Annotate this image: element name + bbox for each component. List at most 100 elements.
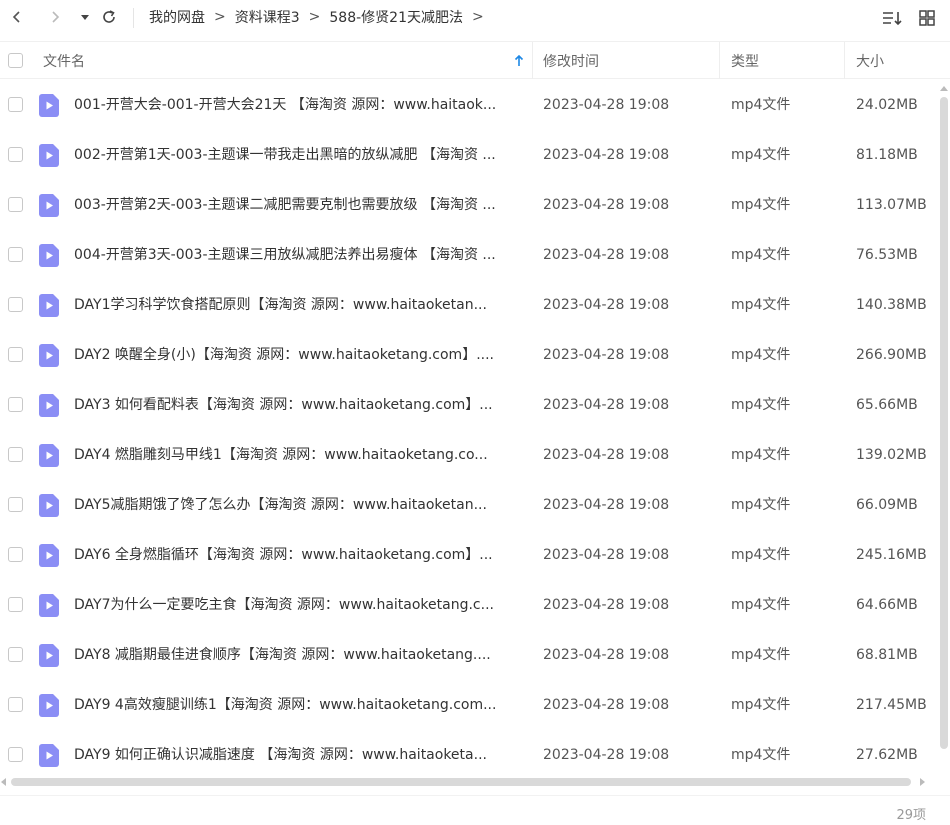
file-row[interactable]: 003-开营第2天-003-主题课二减肥需要克制也需要放级 【海淘资 ... 2…: [0, 180, 937, 230]
video-file-icon: [39, 694, 59, 717]
row-checkbox[interactable]: [8, 497, 23, 512]
video-file-icon: [39, 494, 59, 517]
row-checkbox[interactable]: [8, 147, 23, 162]
back-button[interactable]: [5, 5, 29, 29]
file-row[interactable]: DAY4 燃脂雕刻马甲线1【海淘资 源网：www.haitaoketang.co…: [0, 430, 937, 480]
file-name[interactable]: DAY3 如何看配料表【海淘资 源网：www.haitaoketang.com】…: [74, 380, 524, 430]
file-name[interactable]: DAY5减脂期饿了馋了怎么办【海淘资 源网：www.haitaoketan...: [74, 480, 524, 530]
file-name[interactable]: DAY8 减脂期最佳进食顺序【海淘资 源网：www.haitaoketang..…: [74, 630, 524, 680]
file-name[interactable]: DAY1学习科学饮食搭配原则【海淘资 源网：www.haitaoketan...: [74, 280, 524, 330]
column-header: 文件名 修改时间 类型 大小: [0, 41, 950, 79]
file-row[interactable]: DAY9 如何正确认识减脂速度 【海淘资 源网：www.haitaoketa..…: [0, 730, 937, 775]
file-size: 64.66MB: [856, 597, 918, 613]
breadcrumb-item-home[interactable]: 我的网盘: [149, 7, 205, 27]
horizontal-scrollbar[interactable]: [0, 775, 938, 789]
breadcrumb-item-current[interactable]: 588-修贤21天减肥法: [329, 7, 463, 27]
file-size: 113.07MB: [856, 197, 927, 213]
file-name[interactable]: 001-开营大会-001-开营大会21天 【海淘资 源网：www.haitaok…: [74, 80, 524, 130]
file-row[interactable]: 001-开营大会-001-开营大会21天 【海淘资 源网：www.haitaok…: [0, 80, 937, 130]
row-checkbox[interactable]: [8, 97, 23, 112]
row-checkbox[interactable]: [8, 747, 23, 762]
file-modified: 2023-04-28 19:08: [543, 647, 670, 663]
file-size: 140.38MB: [856, 297, 927, 313]
row-checkbox[interactable]: [8, 197, 23, 212]
vertical-scroll-thumb[interactable]: [940, 97, 948, 749]
refresh-button[interactable]: [97, 5, 121, 29]
video-file-icon: [39, 194, 59, 217]
file-type: mp4文件: [731, 597, 791, 613]
sort-list-icon: [883, 12, 902, 26]
scroll-left-icon[interactable]: [1, 778, 6, 786]
file-size: 24.02MB: [856, 97, 918, 113]
file-name[interactable]: DAY6 全身燃脂循环【海淘资 源网：www.haitaoketang.com】…: [74, 530, 524, 580]
file-name[interactable]: DAY4 燃脂雕刻马甲线1【海淘资 源网：www.haitaoketang.co…: [74, 430, 524, 480]
row-checkbox[interactable]: [8, 347, 23, 362]
history-dropdown-button[interactable]: [73, 5, 97, 29]
row-checkbox[interactable]: [8, 447, 23, 462]
column-size-header[interactable]: 大小: [856, 42, 884, 79]
file-row[interactable]: DAY6 全身燃脂循环【海淘资 源网：www.haitaoketang.com】…: [0, 530, 937, 580]
column-divider[interactable]: [719, 42, 720, 79]
file-name[interactable]: DAY9 如何正确认识减脂速度 【海淘资 源网：www.haitaoketa..…: [74, 730, 524, 775]
file-type: mp4文件: [731, 297, 791, 313]
item-count: 29项: [896, 808, 926, 823]
breadcrumb-item-folder[interactable]: 资料课程3: [235, 7, 300, 27]
column-modified-header[interactable]: 修改时间: [543, 42, 599, 79]
scroll-right-icon[interactable]: [920, 778, 925, 786]
file-name[interactable]: 002-开营第1天-003-主题课一带我走出黑暗的放纵减肥 【海淘资 ...: [74, 130, 524, 180]
row-checkbox[interactable]: [8, 547, 23, 562]
column-name-header[interactable]: 文件名: [43, 42, 85, 79]
sort-arrow-up-icon[interactable]: [513, 42, 525, 79]
refresh-icon: [103, 10, 115, 23]
file-row[interactable]: DAY3 如何看配料表【海淘资 源网：www.haitaoketang.com】…: [0, 380, 937, 430]
file-name[interactable]: 003-开营第2天-003-主题课二减肥需要克制也需要放级 【海淘资 ...: [74, 180, 524, 230]
file-type: mp4文件: [731, 697, 791, 713]
caret-down-icon: [81, 15, 89, 20]
file-modified: 2023-04-28 19:08: [543, 547, 670, 563]
file-name[interactable]: DAY2 唤醒全身(小)【海淘资 源网：www.haitaoketang.com…: [74, 330, 524, 380]
horizontal-scroll-thumb[interactable]: [11, 778, 911, 786]
video-file-icon: [39, 644, 59, 667]
file-modified: 2023-04-28 19:08: [543, 697, 670, 713]
file-name[interactable]: DAY9 4高效瘦腿训练1【海淘资 源网：www.haitaoketang.co…: [74, 680, 524, 730]
file-size: 68.81MB: [856, 647, 918, 663]
file-name[interactable]: 004-开营第3天-003-主题课三用放纵减肥法养出易瘦体 【海淘资 ...: [74, 230, 524, 280]
file-row[interactable]: DAY2 唤醒全身(小)【海淘资 源网：www.haitaoketang.com…: [0, 330, 937, 380]
video-file-icon: [39, 294, 59, 317]
file-row[interactable]: DAY1学习科学饮食搭配原则【海淘资 源网：www.haitaoketan...…: [0, 280, 937, 330]
file-row[interactable]: 004-开营第3天-003-主题课三用放纵减肥法养出易瘦体 【海淘资 ... 2…: [0, 230, 937, 280]
file-type: mp4文件: [731, 97, 791, 113]
row-checkbox[interactable]: [8, 697, 23, 712]
file-name[interactable]: DAY7为什么一定要吃主食【海淘资 源网：www.haitaoketang.c.…: [74, 580, 524, 630]
file-row[interactable]: DAY9 4高效瘦腿训练1【海淘资 源网：www.haitaoketang.co…: [0, 680, 937, 730]
file-row[interactable]: DAY5减脂期饿了馋了怎么办【海淘资 源网：www.haitaoketan...…: [0, 480, 937, 530]
file-type: mp4文件: [731, 397, 791, 413]
vertical-scrollbar[interactable]: [938, 80, 950, 775]
column-type-header[interactable]: 类型: [731, 42, 759, 79]
row-checkbox[interactable]: [8, 647, 23, 662]
file-size: 66.09MB: [856, 497, 918, 513]
sort-menu-button[interactable]: [880, 6, 904, 30]
file-type: mp4文件: [731, 747, 791, 763]
file-type: mp4文件: [731, 497, 791, 513]
file-size: 81.18MB: [856, 147, 918, 163]
file-modified: 2023-04-28 19:08: [543, 97, 670, 113]
scroll-up-icon[interactable]: [940, 86, 948, 91]
column-divider[interactable]: [844, 42, 845, 79]
file-row[interactable]: DAY8 减脂期最佳进食顺序【海淘资 源网：www.haitaoketang..…: [0, 630, 937, 680]
file-type: mp4文件: [731, 547, 791, 563]
file-type: mp4文件: [731, 147, 791, 163]
row-checkbox[interactable]: [8, 397, 23, 412]
select-all-checkbox[interactable]: [8, 53, 23, 68]
row-checkbox[interactable]: [8, 247, 23, 262]
forward-button[interactable]: [43, 5, 67, 29]
file-row[interactable]: DAY7为什么一定要吃主食【海淘资 源网：www.haitaoketang.c.…: [0, 580, 937, 630]
row-checkbox[interactable]: [8, 597, 23, 612]
grid-view-button[interactable]: [915, 6, 939, 30]
file-modified: 2023-04-28 19:08: [543, 597, 670, 613]
file-row[interactable]: 002-开营第1天-003-主题课一带我走出黑暗的放纵减肥 【海淘资 ... 2…: [0, 130, 937, 180]
row-checkbox[interactable]: [8, 297, 23, 312]
file-modified: 2023-04-28 19:08: [543, 497, 670, 513]
column-divider[interactable]: [532, 42, 533, 79]
breadcrumb-separator[interactable]: >: [472, 9, 484, 25]
